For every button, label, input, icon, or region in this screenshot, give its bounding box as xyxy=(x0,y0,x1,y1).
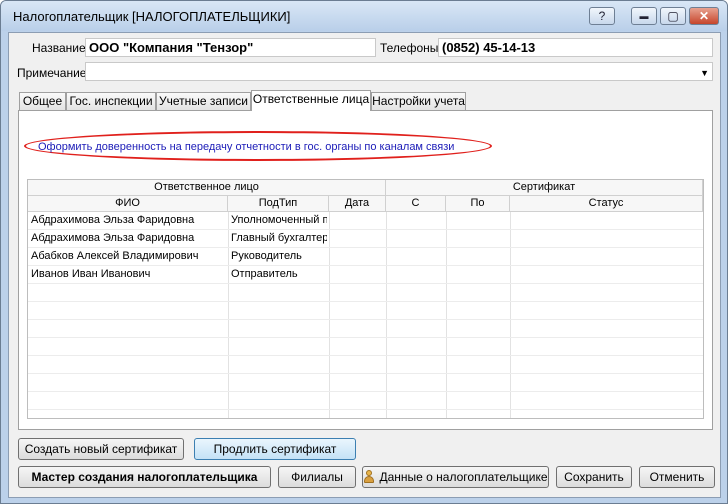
help-button[interactable]: ? xyxy=(589,7,615,25)
empty-row xyxy=(28,356,703,374)
responsible-persons-panel: Оформить доверенность на передачу отчетн… xyxy=(18,110,713,430)
form-body: Название ООО "Компания "Тензор" Телефоны… xyxy=(8,32,721,498)
cell-subtype: Уполномоченный п xyxy=(231,214,327,226)
table-row[interactable]: Иванов Иван Иванович Отправитель xyxy=(28,266,703,284)
note-dropdown[interactable]: ▼ xyxy=(85,62,713,81)
taxpayer-window: Налогоплательщик [НАЛОГОПЛАТЕЛЬЩИКИ] ? ▬… xyxy=(0,0,728,504)
column-header-to[interactable]: По xyxy=(446,196,510,212)
title-bar[interactable]: Налогоплательщик [НАЛОГОПЛАТЕЛЬЩИКИ] ? ▬… xyxy=(1,1,727,31)
window-title: Налогоплательщик [НАЛОГОПЛАТЕЛЬЩИКИ] xyxy=(13,9,291,24)
column-header-fio[interactable]: ФИО xyxy=(28,196,228,212)
phones-field[interactable]: (0852) 45-14-13 xyxy=(438,38,713,57)
name-label: Название xyxy=(32,41,86,55)
branches-button[interactable]: Филиалы xyxy=(278,466,356,488)
person-icon xyxy=(363,470,375,483)
cell-subtype: Отправитель xyxy=(231,268,298,280)
name-field[interactable]: ООО "Компания "Тензор" xyxy=(85,38,376,57)
taxpayer-wizard-button[interactable]: Мастер создания налогоплательщика xyxy=(18,466,271,488)
chevron-down-icon[interactable]: ▼ xyxy=(700,65,709,82)
tab-accounts[interactable]: Учетные записи xyxy=(156,92,251,110)
note-label: Примечание xyxy=(17,66,87,80)
maximize-button[interactable]: ▢ xyxy=(660,7,686,25)
tab-responsible-persons[interactable]: Ответственные лица xyxy=(251,90,371,111)
renew-certificate-button[interactable]: Продлить сертификат xyxy=(194,438,356,460)
column-header-from[interactable]: С xyxy=(386,196,446,212)
cell-fio: Абдрахимова Эльза Фаридовна xyxy=(31,214,195,226)
column-header-subtype[interactable]: ПодТип xyxy=(228,196,329,212)
tab-general[interactable]: Общее xyxy=(19,92,66,110)
create-certificate-button[interactable]: Создать новый сертификат xyxy=(18,438,184,460)
taxpayer-data-label: Данные о налогоплательщике xyxy=(379,470,548,484)
empty-row xyxy=(28,374,703,392)
minimize-button[interactable]: ▬ xyxy=(631,7,657,25)
cell-fio: Иванов Иван Иванович xyxy=(31,268,151,280)
cell-fio: Абдрахимова Эльза Фаридовна xyxy=(31,232,195,244)
tab-accounting-settings[interactable]: Настройки учета xyxy=(371,92,466,110)
table-row[interactable]: Абдрахимова Эльза Фаридовна Уполномоченн… xyxy=(28,212,703,230)
cell-subtype: Главный бухгалтер xyxy=(231,232,327,244)
empty-row xyxy=(28,392,703,410)
phones-label: Телефоны xyxy=(380,41,439,55)
close-button[interactable]: ✕ xyxy=(689,7,719,25)
tab-tax-inspections[interactable]: Гос. инспекции xyxy=(66,92,156,110)
cancel-button[interactable]: Отменить xyxy=(639,466,715,488)
responsible-persons-table[interactable]: Ответственное лицо Сертификат ФИО ПодТип… xyxy=(27,179,704,419)
table-row[interactable]: Абабков Алексей Владимирович Руководител… xyxy=(28,248,703,266)
power-of-attorney-link[interactable]: Оформить доверенность на передачу отчетн… xyxy=(38,141,454,153)
group-header-responsible: Ответственное лицо xyxy=(28,180,386,196)
cell-fio: Абабков Алексей Владимирович xyxy=(31,250,199,262)
cell-subtype: Руководитель xyxy=(231,250,302,262)
group-header-certificate: Сертификат xyxy=(386,180,703,196)
empty-row xyxy=(28,302,703,320)
table-row[interactable]: Абдрахимова Эльза Фаридовна Главный бухг… xyxy=(28,230,703,248)
empty-row xyxy=(28,320,703,338)
save-button[interactable]: Сохранить xyxy=(556,466,632,488)
taxpayer-data-button[interactable]: Данные о налогоплательщике xyxy=(362,466,549,488)
column-header-status[interactable]: Статус xyxy=(510,196,703,212)
empty-row xyxy=(28,338,703,356)
column-header-date[interactable]: Дата xyxy=(329,196,386,212)
empty-row xyxy=(28,284,703,302)
